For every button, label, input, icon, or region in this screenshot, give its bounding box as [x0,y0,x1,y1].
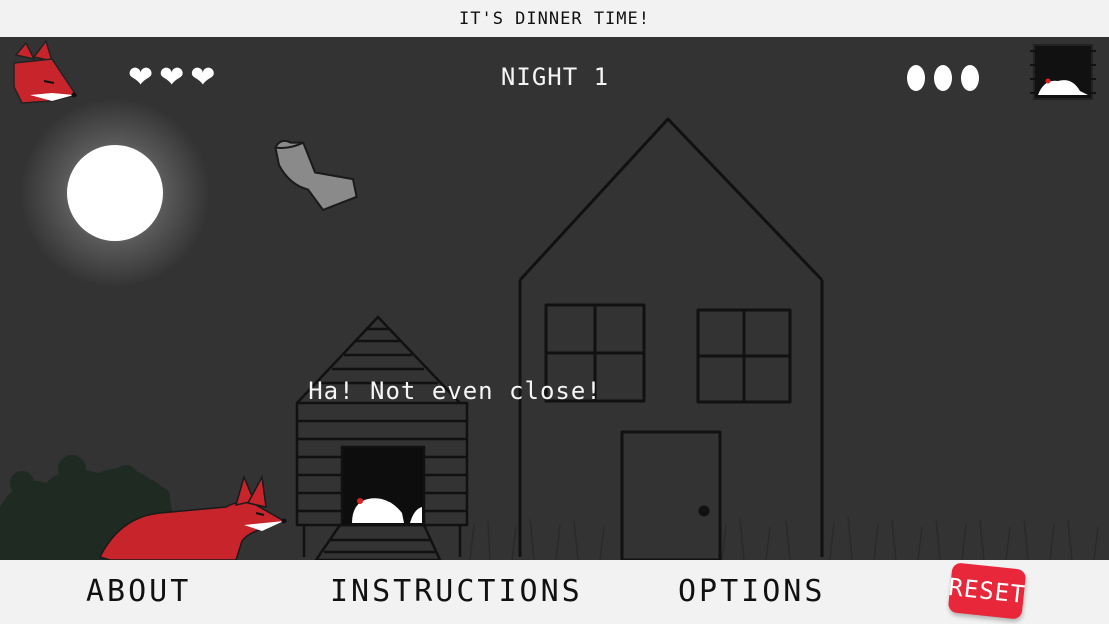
egg-icon [961,65,979,91]
thrown-boot [274,139,358,212]
page-title: IT'S DINNER TIME! [459,8,650,29]
coop-thumbnail-icon [1030,44,1096,100]
reset-button-label: RESET [947,573,1027,609]
bottom-nav: ABOUT INSTRUCTIONS OPTIONS RESET [0,560,1109,624]
game-canvas[interactable]: ❤ ❤ ❤ NIGHT 1 Ha! Not even close! [0,37,1109,560]
heart-icon: ❤ [159,60,185,95]
game-message: Ha! Not even close! [308,377,602,405]
lives-display: ❤ ❤ ❤ [128,63,215,93]
reset-button[interactable]: RESET [947,562,1027,620]
about-link[interactable]: ABOUT [86,574,191,609]
grass [469,516,1099,560]
egg-icon [934,65,952,91]
moon [20,98,210,288]
fox-head-icon [13,39,78,104]
chicken-coop [295,315,469,560]
top-banner: IT'S DINNER TIME! [0,0,1109,37]
egg-icon [907,65,925,91]
instructions-link[interactable]: INSTRUCTIONS [330,574,583,609]
heart-icon: ❤ [190,60,216,95]
scene-art [0,39,1099,560]
night-label: NIGHT 1 [500,63,610,91]
eggs-display [907,65,979,91]
house [518,117,824,560]
options-link[interactable]: OPTIONS [678,574,825,609]
heart-icon: ❤ [128,60,154,95]
